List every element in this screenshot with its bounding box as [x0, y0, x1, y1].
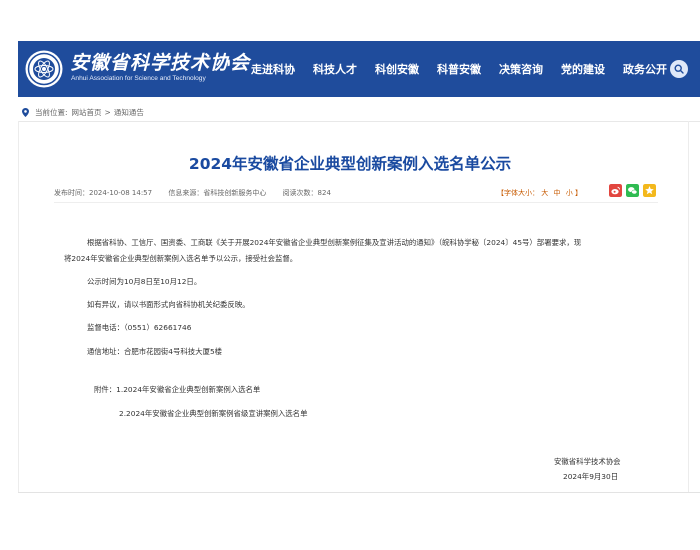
attachment-2-link[interactable]: 2.2024年安徽省企业典型创新案例省级宣讲案例入选名单 — [119, 408, 307, 419]
breadcrumb-current[interactable]: 通知通告 — [114, 107, 144, 118]
content-left-border — [18, 121, 19, 492]
qzone-icon[interactable] — [643, 184, 656, 197]
mailing-address: 通信地址：合肥市花园街4号科技大厦5楼 — [87, 347, 223, 356]
nav-item-consulting[interactable]: 决策咨询 — [499, 61, 543, 77]
nav-item-science-popularization[interactable]: 科普安徽 — [437, 61, 481, 77]
attachment-1-link[interactable]: 附件：1.2024年安徽省企业典型创新案例入选名单 — [94, 384, 260, 395]
font-size-medium[interactable]: 中 — [553, 189, 560, 197]
site-header: 安徽省科学技术协会 Anhui Association for Science … — [18, 41, 700, 97]
nav-item-innovation[interactable]: 科创安徽 — [375, 61, 419, 77]
breadcrumb-divider — [18, 121, 700, 122]
paragraph-1-line-2: 将2024年安徽省企业典型创新案例入选名单予以公示，接受社会监督。 — [64, 254, 298, 263]
publicity-period: 公示时间为10月8日至10月12日。 — [87, 277, 202, 286]
nav-item-party[interactable]: 党的建设 — [561, 61, 605, 77]
publish-time: 发布时间：2024-10-08 14:57 — [54, 189, 153, 197]
content-bottom-border — [18, 492, 700, 493]
article-title: 2024年安徽省企业典型创新案例入选名单公示 — [188, 155, 512, 173]
breadcrumb-prefix: 当前位置: — [35, 108, 68, 117]
emblem-icon[interactable] — [24, 49, 64, 89]
search-icon — [674, 64, 684, 74]
paragraph-1-line-1: 根据省科协、工信厅、国资委、工商联《关于开展2024年安徽省企业典型创新案例征集… — [87, 238, 582, 247]
location-pin-icon — [22, 108, 29, 117]
breadcrumb-separator: > — [104, 108, 111, 117]
breadcrumb-home[interactable]: 网站首页 — [72, 107, 102, 118]
nav-item-gov-affairs[interactable]: 政务公开 — [623, 61, 667, 77]
breadcrumb: 当前位置: 网站首页 > 通知通告 — [22, 107, 144, 118]
font-size-small[interactable]: 小 — [566, 189, 573, 197]
content-right-border — [688, 121, 689, 492]
wechat-icon[interactable] — [626, 184, 639, 197]
nav-item-about[interactable]: 走进科协 — [251, 61, 295, 77]
article-meta: 发布时间：2024-10-08 14:57 信息来源：省科技创新服务中心 阅读次… — [54, 188, 345, 198]
view-count: 阅读次数：824 — [282, 189, 331, 197]
supervision-phone: 监督电话：（0551）62661746 — [87, 323, 192, 332]
font-size-control: 【字体大小： 大 中 小 】 — [497, 188, 582, 198]
logo-title[interactable]: 安徽省科学技术协会 — [70, 48, 250, 75]
objection-note: 如有异议，请以书面形式向省科协机关纪委反映。 — [87, 300, 250, 309]
search-button[interactable] — [670, 60, 688, 78]
font-size-end: 】 — [574, 189, 582, 197]
font-size-large[interactable]: 大 — [541, 189, 548, 197]
meta-divider — [54, 202, 658, 203]
main-nav: 走进科协 科技人才 科创安徽 科普安徽 决策咨询 党的建设 政务公开 — [251, 41, 685, 97]
logo-subtitle: Anhui Association for Science and Techno… — [71, 75, 206, 82]
font-size-label: 【字体大小： — [497, 189, 539, 197]
signature-date: 2024年9月30日 — [563, 472, 619, 481]
nav-item-talent[interactable]: 科技人才 — [313, 61, 357, 77]
weibo-icon[interactable] — [609, 184, 622, 197]
info-source: 信息来源：省科技创新服务中心 — [168, 189, 267, 197]
signature-org: 安徽省科学技术协会 — [554, 457, 621, 466]
